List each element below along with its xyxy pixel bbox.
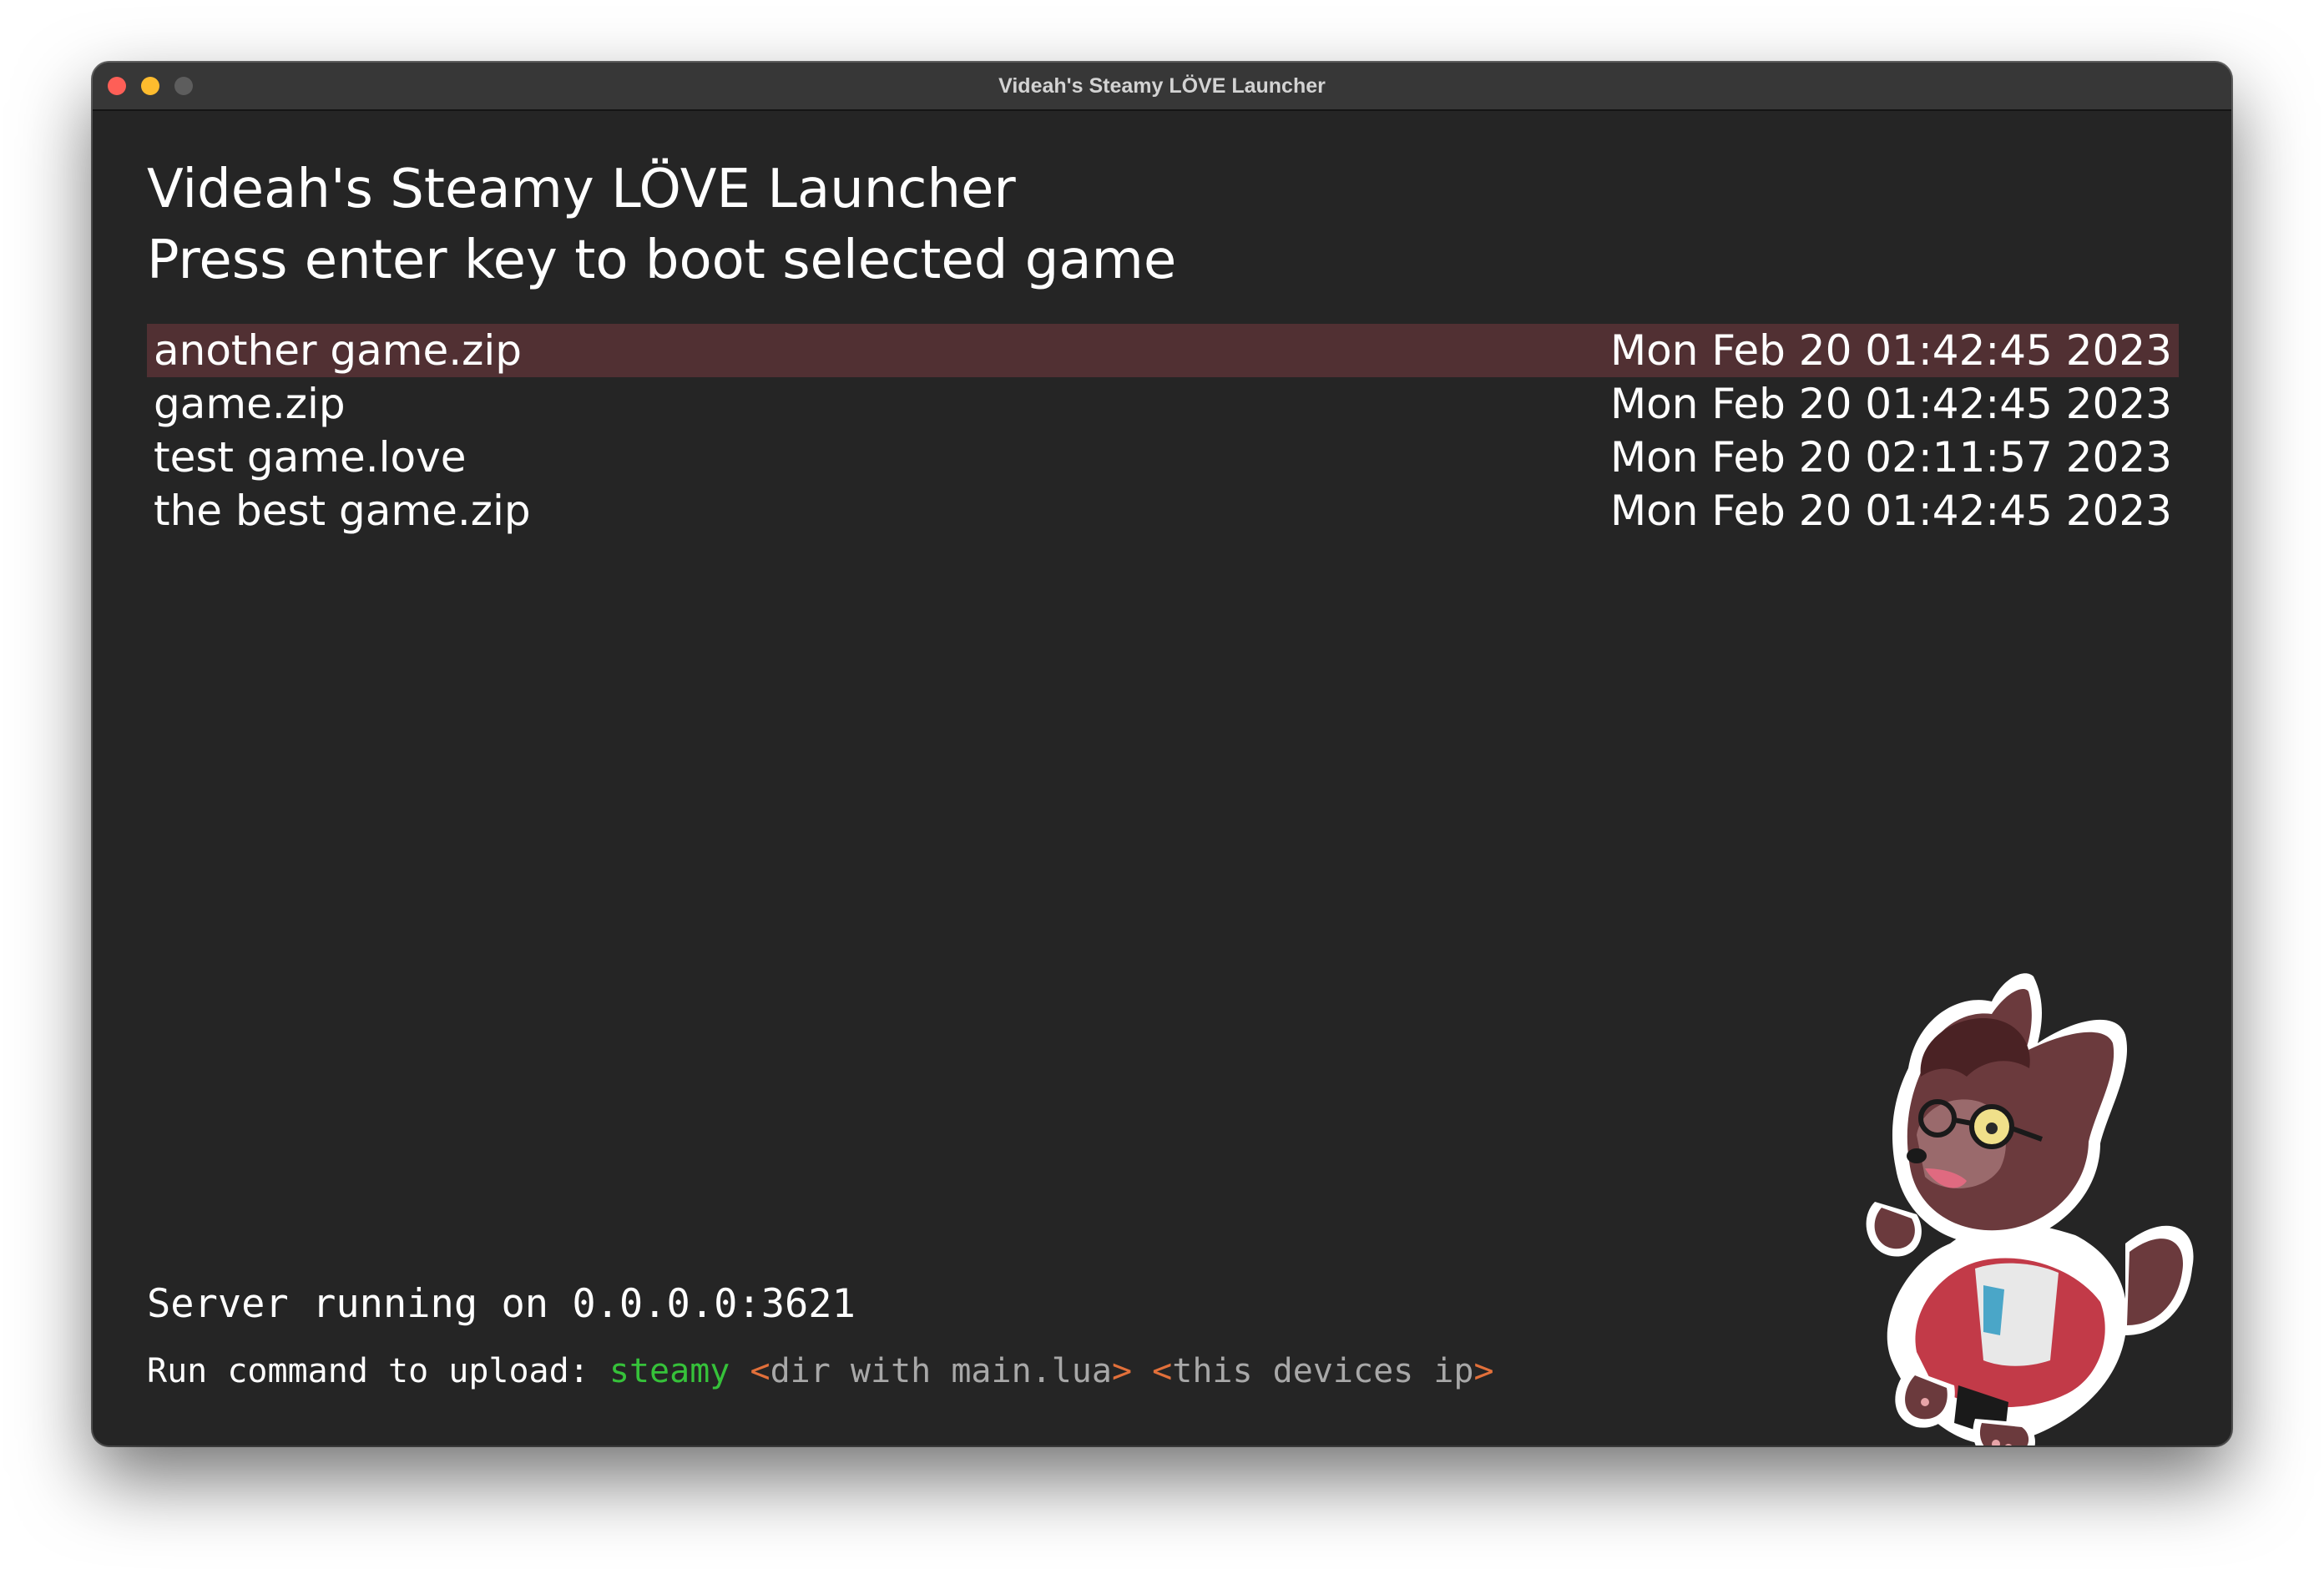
game-date: Mon Feb 20 01:42:45 2023 <box>1610 380 2172 428</box>
upload-prefix: Run command to upload: <box>147 1352 609 1390</box>
arg-bracket-close: > <box>1473 1352 1494 1390</box>
arg-dir: dir with main.lua <box>770 1352 1112 1390</box>
game-date: Mon Feb 20 01:42:45 2023 <box>1610 487 2172 535</box>
arg-bracket-close: > <box>1111 1352 1133 1390</box>
window-title: Videah's Steamy LÖVE Launcher <box>998 74 1326 98</box>
launcher-window: Videah's Steamy LÖVE Launcher Videah's S… <box>93 63 2231 1445</box>
arg-bracket-open: < <box>750 1352 770 1390</box>
app-heading: Videah's Steamy LÖVE Launcher <box>147 159 1016 220</box>
title-bar[interactable]: Videah's Steamy LÖVE Launcher <box>93 63 2231 111</box>
game-list: another game.zip Mon Feb 20 01:42:45 202… <box>147 324 2179 537</box>
game-row[interactable]: another game.zip Mon Feb 20 01:42:45 202… <box>147 324 2179 377</box>
game-date: Mon Feb 20 01:42:45 2023 <box>1610 326 2172 375</box>
game-name: test game.love <box>154 433 467 482</box>
upload-instruction: Run command to upload: steamy <dir with … <box>147 1352 1494 1390</box>
game-name: the best game.zip <box>154 487 531 535</box>
game-date: Mon Feb 20 02:11:57 2023 <box>1610 433 2172 482</box>
upload-command: steamy <box>609 1352 730 1390</box>
arg-bracket-open: < <box>1152 1352 1173 1390</box>
game-name: game.zip <box>154 380 346 428</box>
wolf-mascot-icon <box>1866 973 2194 1445</box>
instruction-text: Press enter key to boot selected game <box>147 230 1177 291</box>
game-row[interactable]: the best game.zip Mon Feb 20 01:42:45 20… <box>147 484 2179 537</box>
game-name: another game.zip <box>154 326 523 375</box>
game-row[interactable]: game.zip Mon Feb 20 01:42:45 2023 <box>147 377 2179 431</box>
server-status: Server running on 0.0.0.0:3621 <box>147 1281 856 1327</box>
arg-ip: this devices ip <box>1172 1352 1474 1390</box>
game-row[interactable]: test game.love Mon Feb 20 02:11:57 2023 <box>147 431 2179 484</box>
